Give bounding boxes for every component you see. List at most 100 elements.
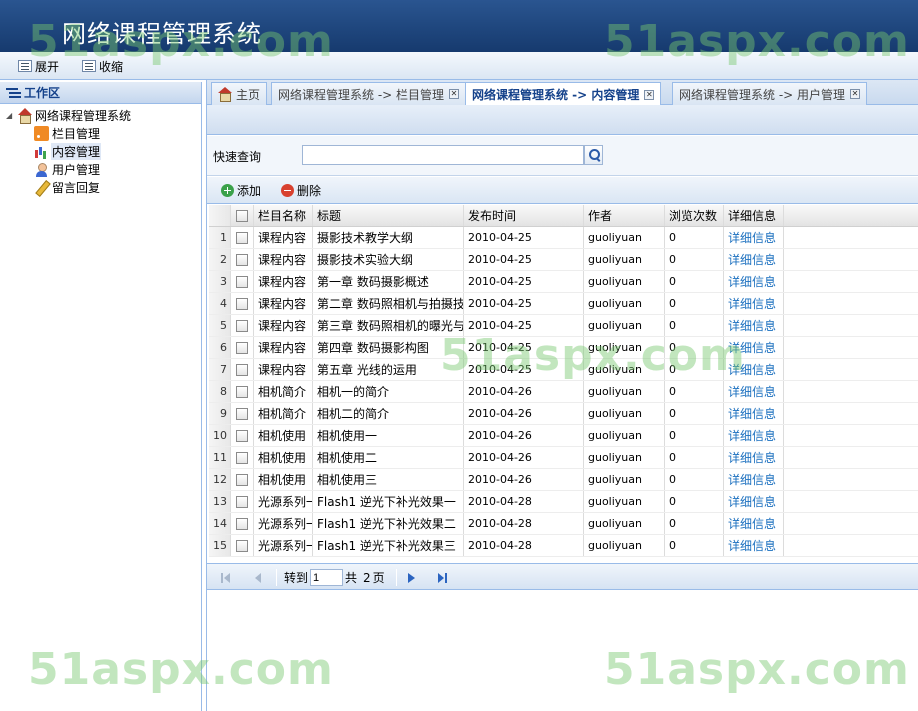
row-number: 3 <box>209 271 231 292</box>
row-select-cell[interactable] <box>231 447 254 468</box>
delete-button[interactable]: 删除 <box>281 182 321 198</box>
tree-item-message-reply[interactable]: 留言回复 <box>0 178 201 196</box>
table-row[interactable]: 7 课程内容 第五章 光线的运用 2010-04-25 guoliyuan 0 详细信息 <box>209 359 918 381</box>
table-row[interactable]: 10 相机使用 相机使用一 2010-04-26 guoliyuan 0 详细信息 <box>209 425 918 447</box>
row-select-cell[interactable] <box>231 271 254 292</box>
tree-item-user-management[interactable]: 用户管理 <box>0 160 201 178</box>
table-row[interactable]: 8 相机简介 相机一的简介 2010-04-26 guoliyuan 0 详细信息 <box>209 381 918 403</box>
row-checkbox[interactable] <box>236 539 248 552</box>
detail-link[interactable]: 详细信息 <box>728 515 776 532</box>
row-select-cell[interactable] <box>231 315 254 336</box>
expand-button[interactable]: 展开 <box>18 58 59 74</box>
collapse-button[interactable]: 收缩 <box>82 58 123 74</box>
row-checkbox[interactable] <box>236 407 248 420</box>
row-checkbox[interactable] <box>236 231 248 244</box>
column-header[interactable]: 栏目名称 <box>254 205 313 226</box>
table-row[interactable]: 1 课程内容 摄影技术教学大纲 2010-04-25 guoliyuan 0 详细信息 <box>209 227 918 249</box>
add-label: 添加 <box>237 183 262 198</box>
row-checkbox[interactable] <box>236 451 248 464</box>
tab-user-management[interactable]: 网络课程管理系统 -> 用户管理 ✕ <box>672 82 868 105</box>
title-cell: 相机二的简介 <box>313 403 464 424</box>
table-row[interactable]: 9 相机简介 相机二的简介 2010-04-26 guoliyuan 0 详细信息 <box>209 403 918 425</box>
select-all-checkbox[interactable] <box>236 209 248 222</box>
row-select-cell[interactable] <box>231 403 254 424</box>
detail-link[interactable]: 详细信息 <box>728 229 776 246</box>
quick-search-input[interactable] <box>302 145 584 165</box>
close-icon[interactable]: ✕ <box>449 89 460 99</box>
row-select-cell[interactable] <box>231 227 254 248</box>
row-select-cell[interactable] <box>231 469 254 490</box>
table-row[interactable]: 2 课程内容 摄影技术实验大纲 2010-04-25 guoliyuan 0 详细信息 <box>209 249 918 271</box>
pager-separator <box>396 569 397 586</box>
detail-link[interactable]: 详细信息 <box>728 493 776 510</box>
tree-root[interactable]: ◢ 网络课程管理系统 <box>0 106 201 124</box>
row-select-cell[interactable] <box>231 359 254 380</box>
select-all-cell[interactable] <box>231 205 254 226</box>
table-row[interactable]: 12 相机使用 相机使用三 2010-04-26 guoliyuan 0 详细信息 <box>209 469 918 491</box>
table-row[interactable]: 4 课程内容 第二章 数码照相机与拍摄技 2010-04-25 guoliyuan 0 详细… <box>209 293 918 315</box>
row-checkbox[interactable] <box>236 495 248 508</box>
column-header[interactable]: 详细信息 <box>724 205 784 226</box>
search-button[interactable] <box>584 145 603 165</box>
detail-link[interactable]: 详细信息 <box>728 273 776 290</box>
column-header[interactable]: 标题 <box>313 205 464 226</box>
table-row[interactable]: 15 光源系列一 Flash1 逆光下补光效果三 2010-04-28 guoliyua… <box>209 535 918 557</box>
row-checkbox[interactable] <box>236 429 248 442</box>
table-row[interactable]: 13 光源系列一 Flash1 逆光下补光效果一 2010-04-28 guoliyua… <box>209 491 918 513</box>
detail-link[interactable]: 详细信息 <box>728 471 776 488</box>
row-select-cell[interactable] <box>231 491 254 512</box>
row-checkbox[interactable] <box>236 517 248 530</box>
tab-column-management[interactable]: 网络课程管理系统 -> 栏目管理 ✕ <box>271 82 467 105</box>
detail-link[interactable]: 详细信息 <box>728 339 776 356</box>
row-checkbox[interactable] <box>236 275 248 288</box>
row-checkbox[interactable] <box>236 473 248 486</box>
row-checkbox[interactable] <box>236 341 248 354</box>
author-cell: guoliyuan <box>584 469 665 490</box>
tree-item-content-management[interactable]: 内容管理 <box>0 142 201 160</box>
table-row[interactable]: 11 相机使用 相机使用二 2010-04-26 guoliyuan 0 详细信息 <box>209 447 918 469</box>
row-select-cell[interactable] <box>231 381 254 402</box>
row-select-cell[interactable] <box>231 293 254 314</box>
row-checkbox[interactable] <box>236 385 248 398</box>
detail-link[interactable]: 详细信息 <box>728 295 776 312</box>
close-icon[interactable]: ✕ <box>850 89 861 99</box>
row-checkbox[interactable] <box>236 319 248 332</box>
row-checkbox[interactable] <box>236 253 248 266</box>
row-checkbox[interactable] <box>236 297 248 310</box>
add-button[interactable]: 添加 <box>221 182 261 198</box>
table-row[interactable]: 6 课程内容 第四章 数码摄影构图 2010-04-25 guoliyuan 0 详细信息 <box>209 337 918 359</box>
next-page-icon[interactable] <box>406 572 416 584</box>
tab-content-management[interactable]: 网络课程管理系统 -> 内容管理 ✕ <box>465 82 662 106</box>
prev-page-icon[interactable] <box>253 572 263 584</box>
detail-link[interactable]: 详细信息 <box>728 361 776 378</box>
detail-link[interactable]: 详细信息 <box>728 405 776 422</box>
detail-link[interactable]: 详细信息 <box>728 537 776 554</box>
tab-home[interactable]: 主页 <box>211 82 268 105</box>
column-header[interactable]: 浏览次数 <box>665 205 724 226</box>
page-number-input[interactable] <box>310 569 344 586</box>
row-number: 11 <box>209 447 231 468</box>
column-header[interactable]: 作者 <box>584 205 665 226</box>
close-icon[interactable]: ✕ <box>644 89 655 100</box>
detail-link[interactable]: 详细信息 <box>728 251 776 268</box>
tab-content-strip <box>207 105 918 135</box>
row-select-cell[interactable] <box>231 535 254 556</box>
detail-link[interactable]: 详细信息 <box>728 449 776 466</box>
first-page-icon[interactable] <box>221 572 231 584</box>
table-row[interactable]: 14 光源系列一 Flash1 逆光下补光效果二 2010-04-28 guoliyua… <box>209 513 918 535</box>
tree-item-column-management[interactable]: 栏目管理 <box>0 124 201 142</box>
row-checkbox[interactable] <box>236 363 248 376</box>
collapse-triangle-icon[interactable]: ◢ <box>6 111 15 120</box>
row-select-cell[interactable] <box>231 337 254 358</box>
detail-link[interactable]: 详细信息 <box>728 317 776 334</box>
detail-link[interactable]: 详细信息 <box>728 427 776 444</box>
table-row[interactable]: 3 课程内容 第一章 数码摄影概述 2010-04-25 guoliyuan 0 详细信息 <box>209 271 918 293</box>
row-select-cell[interactable] <box>231 249 254 270</box>
date-cell: 2010-04-26 <box>464 403 584 424</box>
detail-link[interactable]: 详细信息 <box>728 383 776 400</box>
row-select-cell[interactable] <box>231 513 254 534</box>
table-row[interactable]: 5 课程内容 第三章 数码照相机的曝光与 2010-04-25 guoliyuan 0 详细… <box>209 315 918 337</box>
row-select-cell[interactable] <box>231 425 254 446</box>
last-page-icon[interactable] <box>438 572 448 584</box>
column-header[interactable]: 发布时间 <box>464 205 584 226</box>
